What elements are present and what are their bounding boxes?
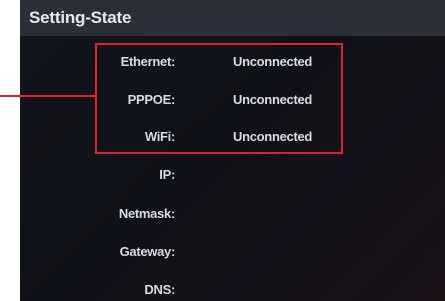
netmask-label: Netmask: — [118, 206, 175, 221]
ip-row: IP: — [20, 163, 445, 187]
dns-label: DNS: — [144, 282, 175, 297]
ip-label: IP: — [159, 167, 175, 182]
netmask-row: Netmask: — [20, 202, 445, 226]
gateway-row: Gateway: — [20, 240, 445, 264]
callout-line — [0, 95, 96, 97]
title-bar: Setting-State — [20, 0, 445, 36]
gateway-label: Gateway: — [119, 244, 176, 259]
dns-row: DNS: — [20, 278, 445, 301]
page-title: Setting-State — [29, 8, 132, 27]
status-highlight-box — [95, 43, 343, 154]
